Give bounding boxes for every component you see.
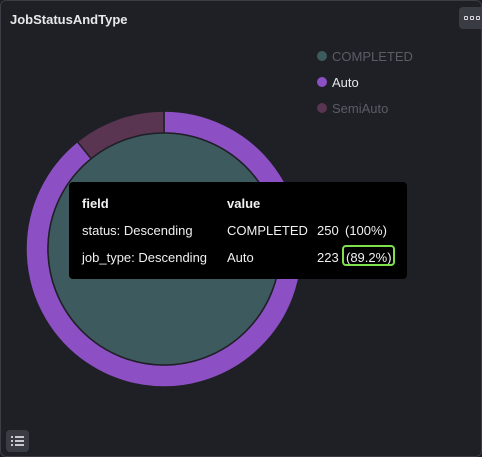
tooltip-row-jobtype-count: 223: [317, 250, 339, 265]
tooltip-header-value: value: [227, 196, 261, 211]
tooltip-row-status-count: 250: [317, 223, 339, 238]
legend-toggle-button[interactable]: [6, 430, 29, 452]
legend-item-auto[interactable]: Auto: [317, 69, 413, 95]
legend-dot-completed: [317, 51, 327, 61]
list-icon: [11, 436, 24, 446]
chart-tooltip: field value status: Descending COMPLETED…: [69, 182, 407, 279]
legend-dot-semiauto: [317, 103, 327, 113]
tooltip-row-status-field: status: Descending: [82, 223, 193, 238]
highlight-box: [342, 245, 395, 266]
legend-item-semiauto[interactable]: SemiAuto: [317, 95, 413, 121]
legend-dot-auto: [317, 77, 327, 87]
tooltip-header-field: field: [82, 196, 109, 211]
legend: COMPLETED Auto SemiAuto: [317, 43, 413, 121]
tooltip-row-status-value: COMPLETED: [227, 223, 308, 238]
legend-item-completed[interactable]: COMPLETED: [317, 43, 413, 69]
legend-label-semiauto: SemiAuto: [332, 100, 389, 116]
tooltip-row-jobtype-field: job_type: Descending: [82, 250, 208, 265]
legend-label-auto: Auto: [332, 74, 359, 90]
tooltip-row-jobtype-value: Auto: [227, 250, 254, 265]
tooltip-row-status-pct: (100%): [345, 223, 387, 238]
legend-label-completed: COMPLETED: [332, 48, 413, 64]
chart-panel: JobStatusAndType COMPLETED Auto SemiAuto…: [0, 0, 482, 457]
